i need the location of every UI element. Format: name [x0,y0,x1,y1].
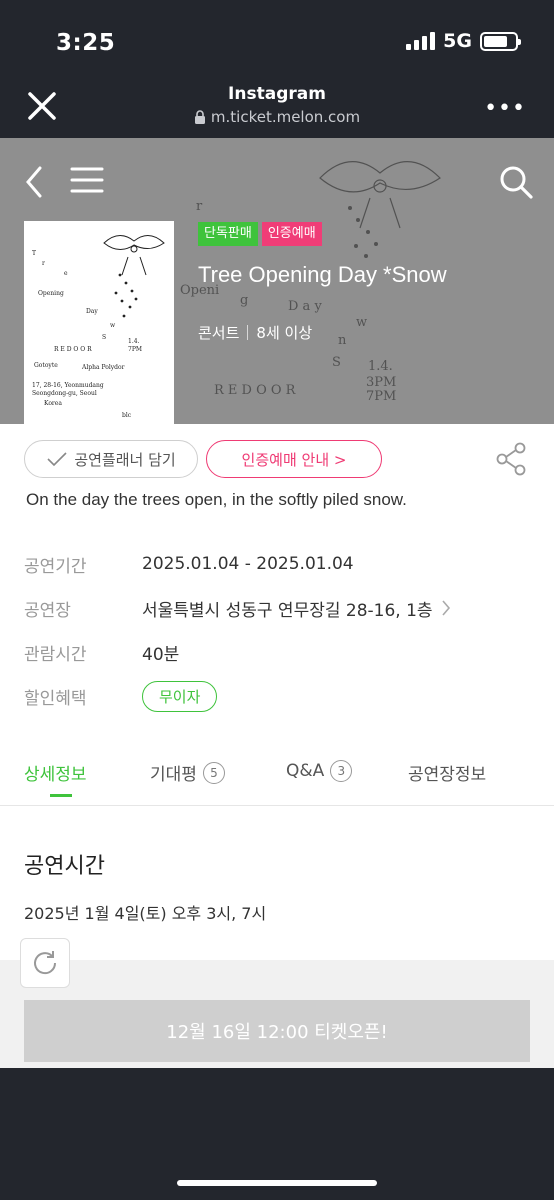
add-to-planner-button[interactable]: 공연플래너 담기 [24,440,198,478]
info-label: 공연기간 [24,556,87,577]
back-arrow-icon[interactable] [22,164,46,200]
svg-text:T: T [32,250,36,257]
badge-certified: 인증예매 [261,222,322,246]
svg-text:Korea: Korea [44,400,62,407]
info-value: 2025.01.04 - 2025.01.04 [142,554,354,574]
browser-title: Instagram [228,84,326,104]
refresh-button[interactable] [20,938,70,988]
web-page: r Openi g D a ywn S 1.4. 3PM 7PM R E D O O R [0,138,554,1068]
svg-text:R E D O O R: R E D O O R [214,383,297,398]
info-row-venue[interactable]: 공연장 서울특별시 성동구 연무장길 28-16, 1층 [24,586,530,630]
tab-reviews[interactable]: 기대평 5 [150,760,225,785]
svg-text:3PM: 3PM [366,375,396,390]
status-time: 3:25 [56,30,116,56]
tab-count: 3 [330,760,353,782]
auth-label: 인증예매 안내 > [241,450,347,469]
tab-label: 공연장정보 [408,765,487,785]
home-indicator [177,1180,377,1186]
check-icon [47,452,67,467]
svg-text:S: S [332,355,341,370]
svg-text:7PM: 7PM [366,389,396,404]
status-bar: 3:25 5G [0,0,554,80]
svg-text:blc: blc [122,412,132,419]
svg-text:r: r [42,260,45,267]
tab-label: 상세정보 [24,765,87,785]
svg-text:D a y: D a y [288,299,322,314]
svg-text:w: w [356,315,367,330]
lock-icon [194,110,205,124]
svg-text:Opening: Opening [38,290,64,297]
poster-art: Tr e Opening Day w S 1.4.7PM R E D O O R Goto… [32,235,165,419]
detail-section: 공연시간 2025년 1월 4일(토) 오후 3시, 7시 12월 16일 12… [0,806,554,1068]
venue-text: 서울특별시 성동구 연무장길 28-16, 1층 [142,600,433,621]
svg-text:7PM: 7PM [128,346,142,353]
performance-info: 공연기간 2025.01.04 - 2025.01.04 공연장 서울특별시 성… [24,542,530,718]
network-type: 5G [443,30,472,52]
interest-free-chip[interactable]: 무이자 [142,680,218,712]
svg-text:n: n [338,333,347,348]
svg-text:1.4.: 1.4. [128,338,140,345]
status-indicators: 5G [406,30,521,52]
product-meta: 콘서트 8세 이상 [198,322,312,343]
planner-label: 공연플래너 담기 [74,450,176,469]
section-heading: 공연시간 [24,854,105,879]
tab-label: Q&A [286,761,325,781]
certified-booking-guide-button[interactable]: 인증예매 안내 > [206,440,382,478]
info-value: 40분 [142,644,180,665]
svg-text:1.4.: 1.4. [368,359,393,374]
info-value-venue[interactable]: 서울특별시 성동구 연무장길 28-16, 1층 [142,596,451,621]
schedule-text: 2025년 1월 4일(토) 오후 3시, 7시 [24,904,267,923]
product-hero: r Openi g D a ywn S 1.4. 3PM 7PM R E D O O R [0,138,554,424]
in-app-browser-header: Instagram m.ticket.melon.com ••• [0,80,554,138]
schedule-card: 공연시간 2025년 1월 4일(토) 오후 3시, 7시 [0,806,554,960]
share-icon[interactable] [496,442,528,476]
detail-tabs: 상세정보 기대평 5 Q&A 3 공연장정보 [0,750,554,806]
svg-text:R E D O O R: R E D O O R [54,346,92,353]
badge-exclusive: 단독판매 [198,222,258,246]
more-icon[interactable]: ••• [484,96,526,121]
search-icon[interactable] [498,164,534,200]
chevron-right-icon [441,600,450,616]
tab-qna[interactable]: Q&A 3 [286,760,353,782]
tab-count: 5 [202,761,225,784]
product-description: On the day the trees open, in the softly… [26,490,407,509]
browser-url: m.ticket.melon.com [0,108,554,126]
active-tab-indicator [50,794,72,797]
signal-icon [406,32,436,50]
divider [247,325,249,340]
tab-label: 기대평 [150,765,197,785]
ticket-open-button[interactable]: 12월 16일 12:00 티켓오픈! [24,1000,530,1062]
svg-text:e: e [64,270,68,277]
svg-text:Alpha Polydor: Alpha Polydor [81,364,125,371]
info-row-period: 공연기간 2025.01.04 - 2025.01.04 [24,542,530,586]
product-title: Tree Opening Day *Snow [198,262,447,287]
svg-text:Gotoyte: Gotoyte [34,362,58,369]
svg-text:Day: Day [86,308,98,315]
product-age: 8세 이상 [256,324,313,342]
battery-icon [480,31,521,51]
top-nav [0,158,554,202]
svg-text:17, 28-16, Yeonmudang: 17, 28-16, Yeonmudang [32,382,104,389]
svg-text:w: w [110,322,116,329]
tab-venue-info[interactable]: 공연장정보 [408,760,486,785]
info-label: 공연장 [24,600,71,621]
tab-details[interactable]: 상세정보 [24,760,87,785]
product-category: 콘서트 [198,324,240,342]
action-row: 공연플래너 담기 인증예매 안내 > [24,440,530,480]
url-text: m.ticket.melon.com [210,108,361,126]
poster-thumbnail[interactable]: Tr e Opening Day w S 1.4. 7PM R E D O O R Goto… [24,221,174,424]
svg-text:Seongdong-gu, Seoul: Seongdong-gu, Seoul [32,390,97,397]
info-row-discount: 할인혜택 무이자 [24,674,530,718]
info-row-duration: 관람시간 40분 [24,630,530,674]
product-badges: 단독판매 인증예매 [198,222,322,246]
info-label: 관람시간 [24,644,87,665]
menu-icon[interactable] [70,166,104,194]
svg-text:g: g [240,293,248,308]
svg-text:S: S [102,334,106,341]
refresh-icon [34,951,57,975]
info-label: 할인혜택 [24,688,87,709]
